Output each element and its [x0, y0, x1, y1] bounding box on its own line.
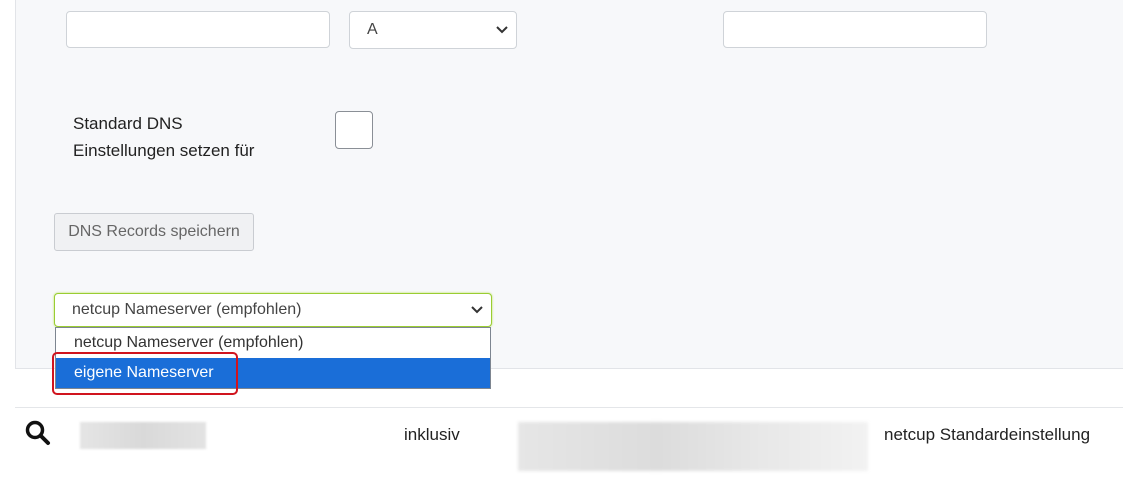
redacted-info-cell: [518, 422, 868, 471]
chevron-down-icon: [471, 306, 483, 314]
record-type-value: A: [367, 21, 378, 38]
record-type-select[interactable]: A: [349, 11, 517, 49]
record-destination-input[interactable]: [723, 11, 987, 48]
annotation-highlight-box: [52, 352, 238, 395]
record-host-input[interactable]: [66, 11, 330, 48]
table-divider: [15, 407, 1123, 408]
inklusive-cell: inklusiv: [404, 425, 460, 444]
save-dns-records-button[interactable]: DNS Records speichern: [54, 213, 254, 251]
chevron-down-icon: [496, 26, 508, 34]
nameserver-select-value: netcup Nameserver (empfohlen): [72, 301, 302, 318]
standard-dns-label-line2: Einstellungen setzen für: [73, 141, 255, 160]
standard-dns-label-line1: Standard DNS: [73, 114, 183, 133]
search-icon[interactable]: [25, 420, 51, 446]
nameserver-select[interactable]: netcup Nameserver (empfohlen): [54, 293, 492, 327]
nameserver-setting-cell: netcup Standardeinstellung: [884, 425, 1091, 444]
standard-dns-checkbox[interactable]: [335, 111, 373, 149]
standard-dns-label: Standard DNS Einstellungen setzen für: [73, 110, 254, 164]
redacted-domain-cell: [80, 422, 206, 449]
